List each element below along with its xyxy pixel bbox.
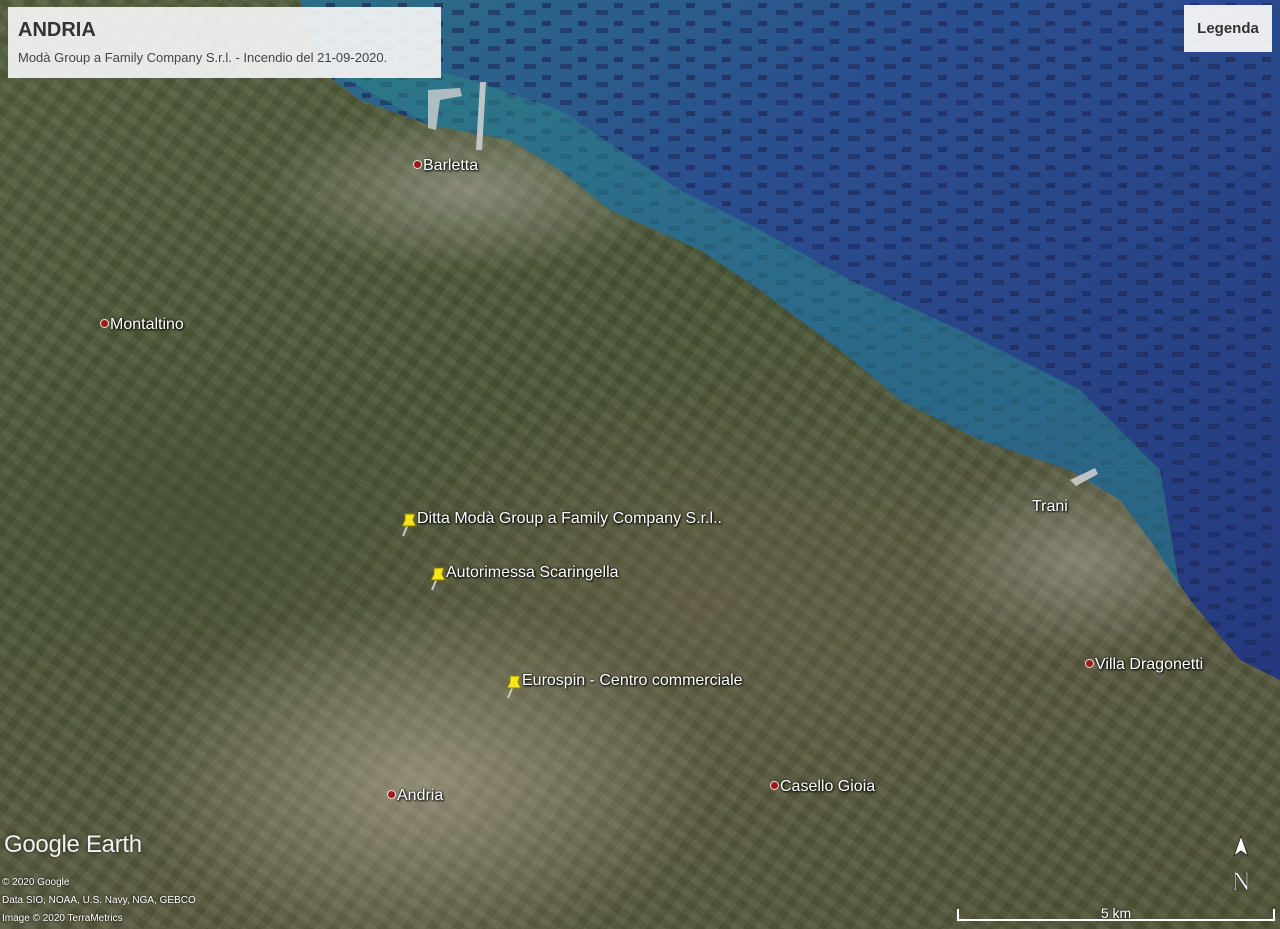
north-arrow-icon: N [1231,834,1251,896]
marker-label: Ditta Modà Group a Family Company S.r.l.… [417,510,722,527]
map-subtitle: Modà Group a Family Company S.r.l. - Inc… [18,50,388,65]
map-title: ANDRIA [18,19,96,41]
place-dot-icon [100,319,109,328]
credit-line: Data SIO, NOAA, U.S. Navy, NGA, GEBCO [2,895,196,906]
pushpin-icon [506,675,522,699]
imagery-credits: © 2020 Google Data SIO, NOAA, U.S. Navy,… [2,874,196,928]
title-panel: ANDRIA Modà Group a Family Company S.r.l… [8,7,441,78]
north-compass[interactable]: N [1224,834,1258,896]
satellite-map[interactable] [0,0,1280,929]
marker-label: Autorimessa Scaringella [446,564,619,581]
sea-area [300,0,1280,680]
place-label: Montaltino [110,316,184,333]
place-label: Trani [1032,498,1068,515]
place-label: Andria [397,787,444,804]
pushpin-icon [430,567,446,591]
place-label: Villa Dragonetti [1095,656,1204,673]
pushpin-icon [401,513,417,537]
google-earth-logo: Google Earth [4,831,142,858]
legend-button[interactable]: Legenda [1184,5,1272,52]
scale-label: 5 km [1100,905,1132,921]
place-dot-icon [770,781,779,790]
marker-label: Eurospin - Centro commerciale [522,672,743,689]
place-dot-icon [387,790,396,799]
place-label: Barletta [423,157,479,174]
place-dot-icon [1085,659,1094,668]
place-dot-icon [413,160,422,169]
place-label: Casello Gioia [780,778,876,795]
credit-line: © 2020 Google [2,877,70,888]
scale-bar: 5 km [957,904,1275,924]
north-label: N [1232,867,1251,894]
credit-line: Image © 2020 TerraMetrics [2,913,123,924]
